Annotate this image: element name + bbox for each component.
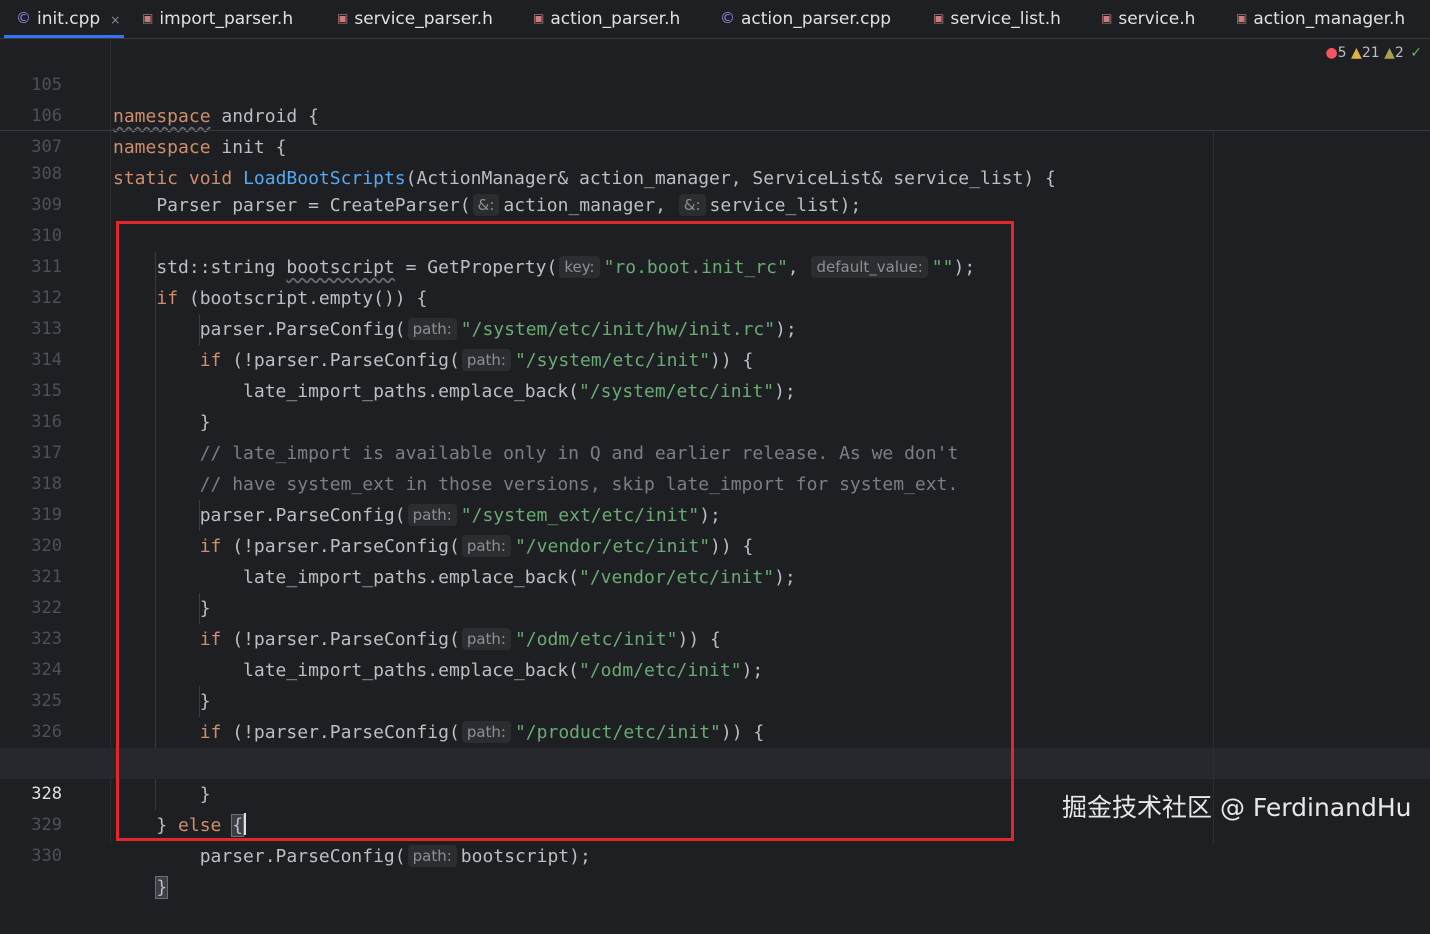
tab-action-parser-h[interactable]: ▣ action_parser.h (533, 0, 680, 38)
check-icon: ✓ (1410, 45, 1422, 61)
error-icon: ● (1325, 45, 1338, 61)
tab-label: action_parser.h (550, 9, 681, 29)
header-file-icon: ▣ (1236, 11, 1248, 25)
header-file-icon: ▣ (1101, 11, 1113, 25)
code-text: parser.ParseConfig(path: bootscript); (113, 845, 591, 867)
code-line: 105 namespace android { (0, 39, 1430, 127)
tab-action-parser-cpp[interactable]: © action_parser.cpp (720, 0, 891, 38)
highlight-annotation-box (116, 221, 1014, 841)
editor-tab-bar: © init.cpp × ▣ import_parser.h ▣ service_par… (0, 0, 1430, 39)
code-line: 308 Parser parser = CreateParser(&: actio… (0, 128, 1430, 216)
watermark: 掘金技术社区 @ FerdinandHu (1062, 793, 1412, 822)
code-line: 310 std::string bootscript = GetProperty… (0, 190, 1430, 278)
code-line: 106 namespace init { (0, 70, 1430, 158)
tab-service-list-h[interactable]: ▣ service_list.h (933, 0, 1061, 38)
inspection-widget[interactable]: ●5 ▲21 ▲2 ✓ (1325, 45, 1422, 61)
tab-import-parser-h[interactable]: ▣ import_parser.h (142, 0, 293, 38)
sticky-lines-separator (0, 130, 1430, 131)
inlay-hint: path: (407, 845, 457, 867)
tab-label: service_list.h (950, 9, 1061, 29)
right-margin-guide (1213, 131, 1214, 844)
tab-label: action_parser.cpp (741, 9, 892, 29)
tab-label: init.cpp (37, 9, 101, 29)
warning-count: 21 (1361, 45, 1380, 61)
header-file-icon: ▣ (337, 11, 349, 25)
header-file-icon: ▣ (933, 11, 945, 25)
cpp-file-icon: © (720, 9, 735, 27)
code-text: } (113, 872, 169, 903)
tab-label: action_manager.h (1253, 9, 1406, 29)
tab-label: service_parser.h (354, 9, 493, 29)
tab-service-parser-h[interactable]: ▣ service_parser.h (337, 0, 493, 38)
error-count: 5 (1337, 45, 1347, 61)
tab-label: service.h (1118, 9, 1196, 29)
code-line: 309 (0, 159, 1430, 215)
line-number: 330 (31, 846, 62, 866)
tab-label: import_parser.h (159, 9, 294, 29)
warning-icon: ▲ (1351, 45, 1362, 61)
cpp-file-icon: © (16, 9, 31, 27)
matched-brace: } (155, 876, 169, 899)
header-file-icon: ▣ (142, 11, 154, 25)
close-tab-icon[interactable]: × (110, 13, 120, 27)
header-file-icon: ▣ (533, 11, 545, 25)
tab-init-cpp[interactable]: © init.cpp × (4, 0, 124, 38)
weak-warning-count: 2 (1394, 45, 1404, 61)
tab-service-h[interactable]: ▣ service.h (1101, 0, 1195, 38)
tab-action-manager-h[interactable]: ▣ action_manager.h (1236, 0, 1405, 38)
weak-warning-icon: ▲ (1384, 45, 1395, 61)
